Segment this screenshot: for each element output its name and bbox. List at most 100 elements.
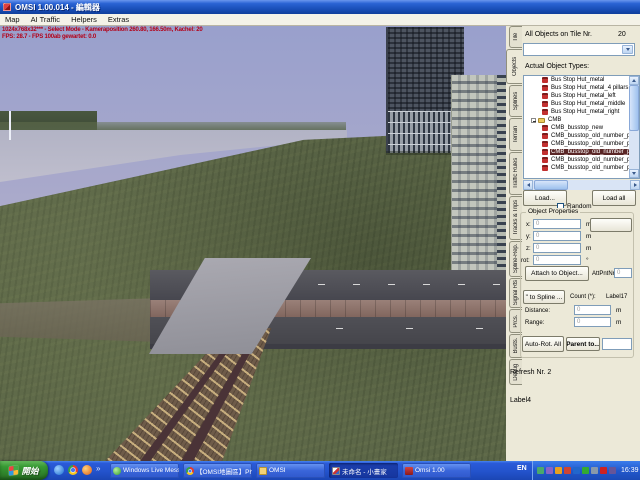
tree-horizontal-scrollbar[interactable] [523,180,640,190]
to-spline-button[interactable]: " to Spline ... [523,290,565,304]
tree-item[interactable]: Bus Stop Hut_metal_4 pillars [524,84,630,92]
language-indicator[interactable]: EN [517,465,527,472]
taskbar: 開始 » Windows Live Messen... 【OMSI地圖區】Pho… [0,461,640,480]
x-field[interactable]: 0 [533,219,581,229]
busstop-icon [542,101,548,107]
tray-icon-4[interactable] [564,467,571,474]
distance-field[interactable]: 0 [574,305,611,315]
chrome-icon[interactable] [68,465,78,475]
tray-icon-2[interactable] [546,467,553,474]
scrollbar-thumb[interactable] [629,85,639,131]
all-objects-count: 20 [618,31,626,38]
tray-icon-7[interactable] [591,467,598,474]
taskbar-button-omsi-photos[interactable]: 【OMSI地圖區】Phot... [183,463,252,478]
title-bar[interactable]: OMSI 1.00.014 - 編輯器 [0,0,640,14]
count-label: Count (*): [570,294,596,300]
y-label: y: [526,234,531,240]
taskbar-button-messenger[interactable]: Windows Live Messen... [110,463,179,478]
tray-icon-6[interactable] [582,467,589,474]
busstop-icon [542,133,548,139]
scrollbar-thumb[interactable] [534,180,568,190]
parent-to-field[interactable] [602,338,632,350]
tree-item[interactable]: CMB_busstop_old_number_plate(ye [524,164,630,172]
busstop-icon [542,85,548,91]
scroll-up-icon[interactable] [629,76,639,85]
tile-objects-combobox[interactable] [523,43,635,56]
omsi-icon [405,467,413,475]
ie-icon[interactable] [54,465,64,475]
z-field[interactable]: 0 [533,243,581,253]
window-title: OMSI 1.00.014 - 編輯器 [15,2,100,13]
lane-marking [493,284,500,285]
tray-icon-5[interactable] [573,467,580,474]
tree-item-selected[interactable]: CMB_busstop_old_number_plate(gr [524,148,630,156]
folder-icon [538,118,545,123]
tree-vertical-scrollbar[interactable] [629,76,639,178]
attach-to-object-button[interactable]: Attach to Object... [525,266,589,281]
quick-launch-overflow-icon[interactable]: » [96,464,100,473]
lane-marking [388,284,395,285]
tab-objects[interactable]: Objects [506,49,522,84]
combobox-dropdown-icon[interactable] [622,45,633,54]
tree-item[interactable]: Bus Stop Hut_metal_left [524,92,630,100]
parent-to-button[interactable]: Parent to... [566,337,600,351]
tree-item[interactable]: CMB_busstop_old_number_plate(w [524,156,630,164]
unlabeled-button[interactable] [590,218,632,232]
start-button[interactable]: 開始 [0,461,48,480]
y-field[interactable]: 0 [533,231,581,241]
firefox-icon[interactable] [82,465,92,475]
tree-item[interactable]: CMB_busstop_old_number_plate [524,132,630,140]
label4: Label4 [510,397,531,404]
object-types-tree[interactable]: Bus Stop Hut_metal Bus Stop Hut_metal_4 … [523,75,640,179]
attpntnr-field[interactable]: 0 [614,268,632,278]
chrome-icon [186,467,194,475]
taskbar-button-paint[interactable]: 未命名 - 小畫家 [329,463,398,478]
tray-icon-1[interactable] [537,467,544,474]
tree-item[interactable]: Bus Stop Hut_metal_right [524,108,630,116]
menu-helpers[interactable]: Helpers [71,15,97,24]
debug-overlay: 1024x768x32*** - Select Mode - Kamerapos… [2,27,203,41]
rot-label: rot: [521,258,530,264]
range-label: Range: [525,320,544,326]
range-field[interactable]: 0 [574,317,611,327]
lane-marking [423,284,430,285]
rot-unit: ° [586,257,589,264]
scroll-down-icon[interactable] [629,169,639,178]
menu-ai-traffic[interactable]: AI Traffic [31,15,60,24]
scroll-left-icon[interactable] [523,180,533,190]
menu-extras[interactable]: Extras [108,15,129,24]
tray-icon-9[interactable] [609,467,616,474]
tray-icon-8[interactable] [600,467,607,474]
paint-icon [332,467,340,475]
tree-item[interactable]: CMB_busstop_new [524,124,630,132]
taskbar-button-omsi[interactable]: Omsi 1.00 [402,463,471,478]
scroll-right-icon[interactable] [630,180,640,190]
building-light-tower [451,75,506,287]
tab-terrain[interactable]: Terrain [509,118,522,151]
menu-map[interactable]: Map [5,15,20,24]
taskbar-button-omsi-folder[interactable]: OMSI [256,463,325,478]
spline-marker [9,111,11,140]
tab-splines[interactable]: Splines [509,85,522,117]
range-unit: m [616,319,621,326]
distance-unit: m [616,307,621,314]
busstop-icon [542,125,548,131]
folder-icon [259,467,267,475]
tree-item[interactable]: Bus Stop Hut_metal_middle [524,100,630,108]
collapse-icon[interactable] [531,118,536,123]
lane-marking [406,328,413,329]
tray-icon-3[interactable] [555,467,562,474]
tree-item[interactable]: CMB_busstop_old_number_plate(bl [524,140,630,148]
tree-folder-cmb[interactable]: CMB [524,116,630,124]
z-label: z: [526,246,531,252]
load-all-button[interactable]: Load all [592,190,636,206]
tab-traffic-rules[interactable]: Traffic Rules [509,152,522,195]
tab-tile[interactable]: Tile [509,26,522,48]
debug-line-1: 1024x768x32*** - Select Mode - Kamerapos… [2,27,203,34]
rot-field[interactable]: 0 [533,255,581,265]
viewport-3d[interactable]: 1024x768x32*** - Select Mode - Kamerapos… [0,26,506,461]
lane-marking [458,284,465,285]
auto-rot-all-button[interactable]: Auto-Rot. All [522,336,564,352]
refresh-label: Refresh Nr. 2 [510,369,551,376]
tree-item[interactable]: Bus Stop Hut_metal [524,76,630,84]
